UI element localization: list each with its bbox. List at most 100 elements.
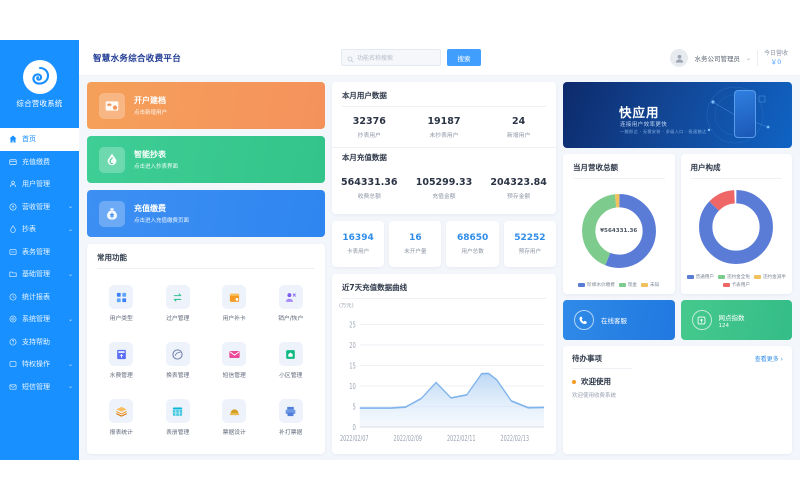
- avatar[interactable]: [670, 49, 689, 67]
- legend-swatch: [578, 283, 586, 287]
- sidebar-item-meter-reading[interactable]: 抄表 ⌄: [0, 218, 79, 241]
- stat-label: 收费总额: [357, 194, 381, 200]
- fn-label: 补打票据: [279, 430, 303, 436]
- kpi-card-prepaid-users[interactable]: 52252 预存用户: [503, 221, 556, 267]
- svg-text:0: 0: [352, 423, 355, 432]
- sidebar-item-label: 系统管理: [22, 315, 50, 324]
- chevron-down-icon[interactable]: ⌄: [746, 55, 751, 62]
- svg-text:2022/02/07: 2022/02/07: [340, 434, 369, 443]
- question-icon: [8, 337, 18, 347]
- fn-account-close[interactable]: 销户/恢户: [262, 275, 318, 332]
- todo-item-title-row: 欢迎使用: [571, 376, 783, 387]
- online-service-card[interactable]: 在线客服: [562, 300, 675, 340]
- legend-swatch: [717, 275, 725, 279]
- sidebar-item-user-management[interactable]: 用户管理: [0, 173, 79, 196]
- sidebar-item-label: 表务管理: [22, 247, 50, 256]
- kpi-card-card-meter-users[interactable]: 16394 卡表用户: [331, 221, 385, 267]
- todo-item-desc: 欢迎使用收费系统: [571, 393, 616, 399]
- chevron-down-icon: ⌄: [67, 225, 73, 233]
- bullet-dot-icon: [571, 379, 576, 384]
- stat-label: 预存金额: [507, 194, 531, 200]
- sidebar-item-meter-affairs[interactable]: 表务管理: [0, 241, 79, 264]
- building-icon: [278, 342, 303, 366]
- fn-label: 短信管理: [222, 373, 246, 379]
- sidebar-item-home[interactable]: 首页: [0, 128, 79, 151]
- legend-label: 现金: [627, 283, 638, 288]
- stat-label: 未抄表用户: [429, 133, 459, 139]
- sidebar-item-recharge[interactable]: 充值缴费: [0, 151, 79, 174]
- recharge-curve-card: 近7天充值数据曲线 (万元) 25 20 15 10 5 0 2022/02/0…: [331, 274, 556, 454]
- fn-community-management[interactable]: 小区管理: [262, 332, 318, 389]
- banner-title: 快应用: [618, 105, 660, 120]
- user-composition-card: 用户构成 普通用户 违约金全免 违约金减半 卡表用户: [680, 154, 793, 294]
- middle-column: 本月用户数据 32376 抄表用户 19187 未抄表用户 24 新增用户 本月…: [331, 82, 556, 454]
- stat-value: 204323.84: [490, 177, 547, 188]
- svg-text:25: 25: [349, 320, 356, 329]
- action-card-title: 智能抄表: [134, 150, 166, 159]
- quick-app-banner[interactable]: 快应用 连接用户效率更快 一触即达 · 无需安装 · 多级入口 · 极速触达: [562, 82, 792, 148]
- sidebar-item-system-management[interactable]: 系统管理 ⌄: [0, 308, 79, 331]
- kpi-card-total-users[interactable]: 68650 用户总数: [446, 221, 499, 267]
- action-card-title: 开户建档: [134, 96, 166, 105]
- sidebar-item-basic-management[interactable]: 基础管理 ⌄: [0, 263, 79, 286]
- search-input[interactable]: 功能名称搜索: [341, 49, 441, 66]
- water-drop-icon: [99, 146, 125, 173]
- legend-label: 违约金减半: [762, 275, 786, 280]
- main-content: 开户建档 点击新增用户 智能抄表 点击进入抄表界面 充值缴费 点击进入充值缴费页…: [79, 76, 800, 460]
- fn-water-fee-management[interactable]: 水费管理: [93, 332, 149, 389]
- brand-name: 综合营收系统: [16, 98, 63, 108]
- fn-user-card-replace[interactable]: 用户补卡: [206, 275, 262, 332]
- top-bar: 智慧水务综合收费平台 功能名称搜索 搜索 水务公司管理员 ⌄ 今日营收 ￥0: [79, 40, 800, 76]
- gear-icon: [8, 314, 18, 324]
- fn-book-management[interactable]: 表册管理: [149, 389, 205, 446]
- action-card-text: 开户建档 点击新增用户: [134, 95, 167, 116]
- composition-legend: 普通用户 违约金全免 违约金减半 卡表用户: [681, 274, 793, 294]
- legend-item: 违约金全免: [717, 274, 750, 280]
- legend-label: 阶梯水价缴费: [587, 283, 615, 288]
- bill-icon: [109, 342, 134, 366]
- fn-transfer-management[interactable]: 过户管理: [149, 275, 205, 332]
- kpi-card-unopened[interactable]: 16 未开户量: [389, 221, 442, 267]
- sidebar: 综合营收系统 首页 充值缴费 用户管理 营收管理 ⌄ 抄表 ⌄ 表务管理 基础管…: [0, 40, 79, 460]
- donut-wrap: ¥564331.36: [563, 179, 675, 282]
- action-card-open-account[interactable]: 开户建档 点击新增用户: [87, 82, 325, 129]
- brand: 综合营收系统: [0, 40, 79, 128]
- fn-meter-swap-management[interactable]: 换表管理: [149, 332, 205, 389]
- fn-receipt-design[interactable]: 票据设计: [206, 389, 262, 446]
- search-button[interactable]: 搜索: [447, 49, 481, 66]
- right-column: 快应用 连接用户效率更快 一触即达 · 无需安装 · 多级入口 · 极速触达 当…: [562, 82, 793, 454]
- sidebar-item-label: 支持帮助: [22, 337, 50, 346]
- fn-sms-management[interactable]: 短信管理: [206, 332, 262, 389]
- action-card-title: 充值缴费: [134, 204, 166, 213]
- legend-item: 未知: [641, 282, 659, 288]
- sidebar-item-statistics[interactable]: 统计报表: [0, 286, 79, 309]
- sidebar-item-privilege-operation[interactable]: 特权操作 ⌄: [0, 353, 79, 376]
- svg-text:2022/02/09: 2022/02/09: [393, 434, 422, 443]
- card-open-icon: [99, 92, 125, 119]
- action-card-text: 充值缴费 点击进入充值缴费页面: [134, 203, 189, 224]
- area-chart-svg: 25 20 15 10 5 0 2022/02/07 2022/02/09 20…: [340, 320, 545, 443]
- user-icon: [8, 179, 18, 189]
- sidebar-item-revenue-management[interactable]: 营收管理 ⌄: [0, 196, 79, 219]
- fn-label: 报表统计: [109, 430, 133, 436]
- action-card-recharge[interactable]: 充值缴费 点击进入充值缴费页面: [87, 190, 325, 237]
- fn-user-type[interactable]: 用户类型: [93, 275, 149, 332]
- action-card-smart-meter[interactable]: 智能抄表 点击进入抄表界面: [87, 136, 325, 183]
- branch-index-card[interactable]: 网点指数 124: [680, 300, 793, 340]
- stat-value: 19187: [427, 116, 461, 127]
- sidebar-item-support-help[interactable]: 支持帮助: [0, 331, 79, 354]
- fn-reprint-receipt[interactable]: 补打票据: [262, 389, 318, 446]
- composition-donut-svg: [699, 189, 774, 264]
- sidebar-item-sms-management[interactable]: 短信管理 ⌄: [0, 376, 79, 399]
- stat-value: 32376: [352, 116, 386, 127]
- fn-label: 用户类型: [109, 316, 133, 322]
- recharge-data-row: 564331.36 收费总额 105299.33 充值金额 204323.84 …: [332, 168, 556, 206]
- common-functions-card: 常用功能 用户类型 过户管理 用户补卡 销户/恢户 水费管理 换表管理 短信管理…: [87, 244, 325, 454]
- money-bag-icon: [99, 200, 125, 227]
- todo-view-more-link[interactable]: 查看更多 ›: [755, 354, 783, 363]
- todo-list-item[interactable]: 欢迎使用 欢迎使用收费系统: [563, 369, 792, 399]
- legend-swatch: [641, 283, 649, 287]
- user-name: 水务公司管理员: [694, 55, 740, 63]
- fn-report-statistics[interactable]: 报表统计: [93, 389, 149, 446]
- kpi-label: 用户总数: [461, 249, 484, 255]
